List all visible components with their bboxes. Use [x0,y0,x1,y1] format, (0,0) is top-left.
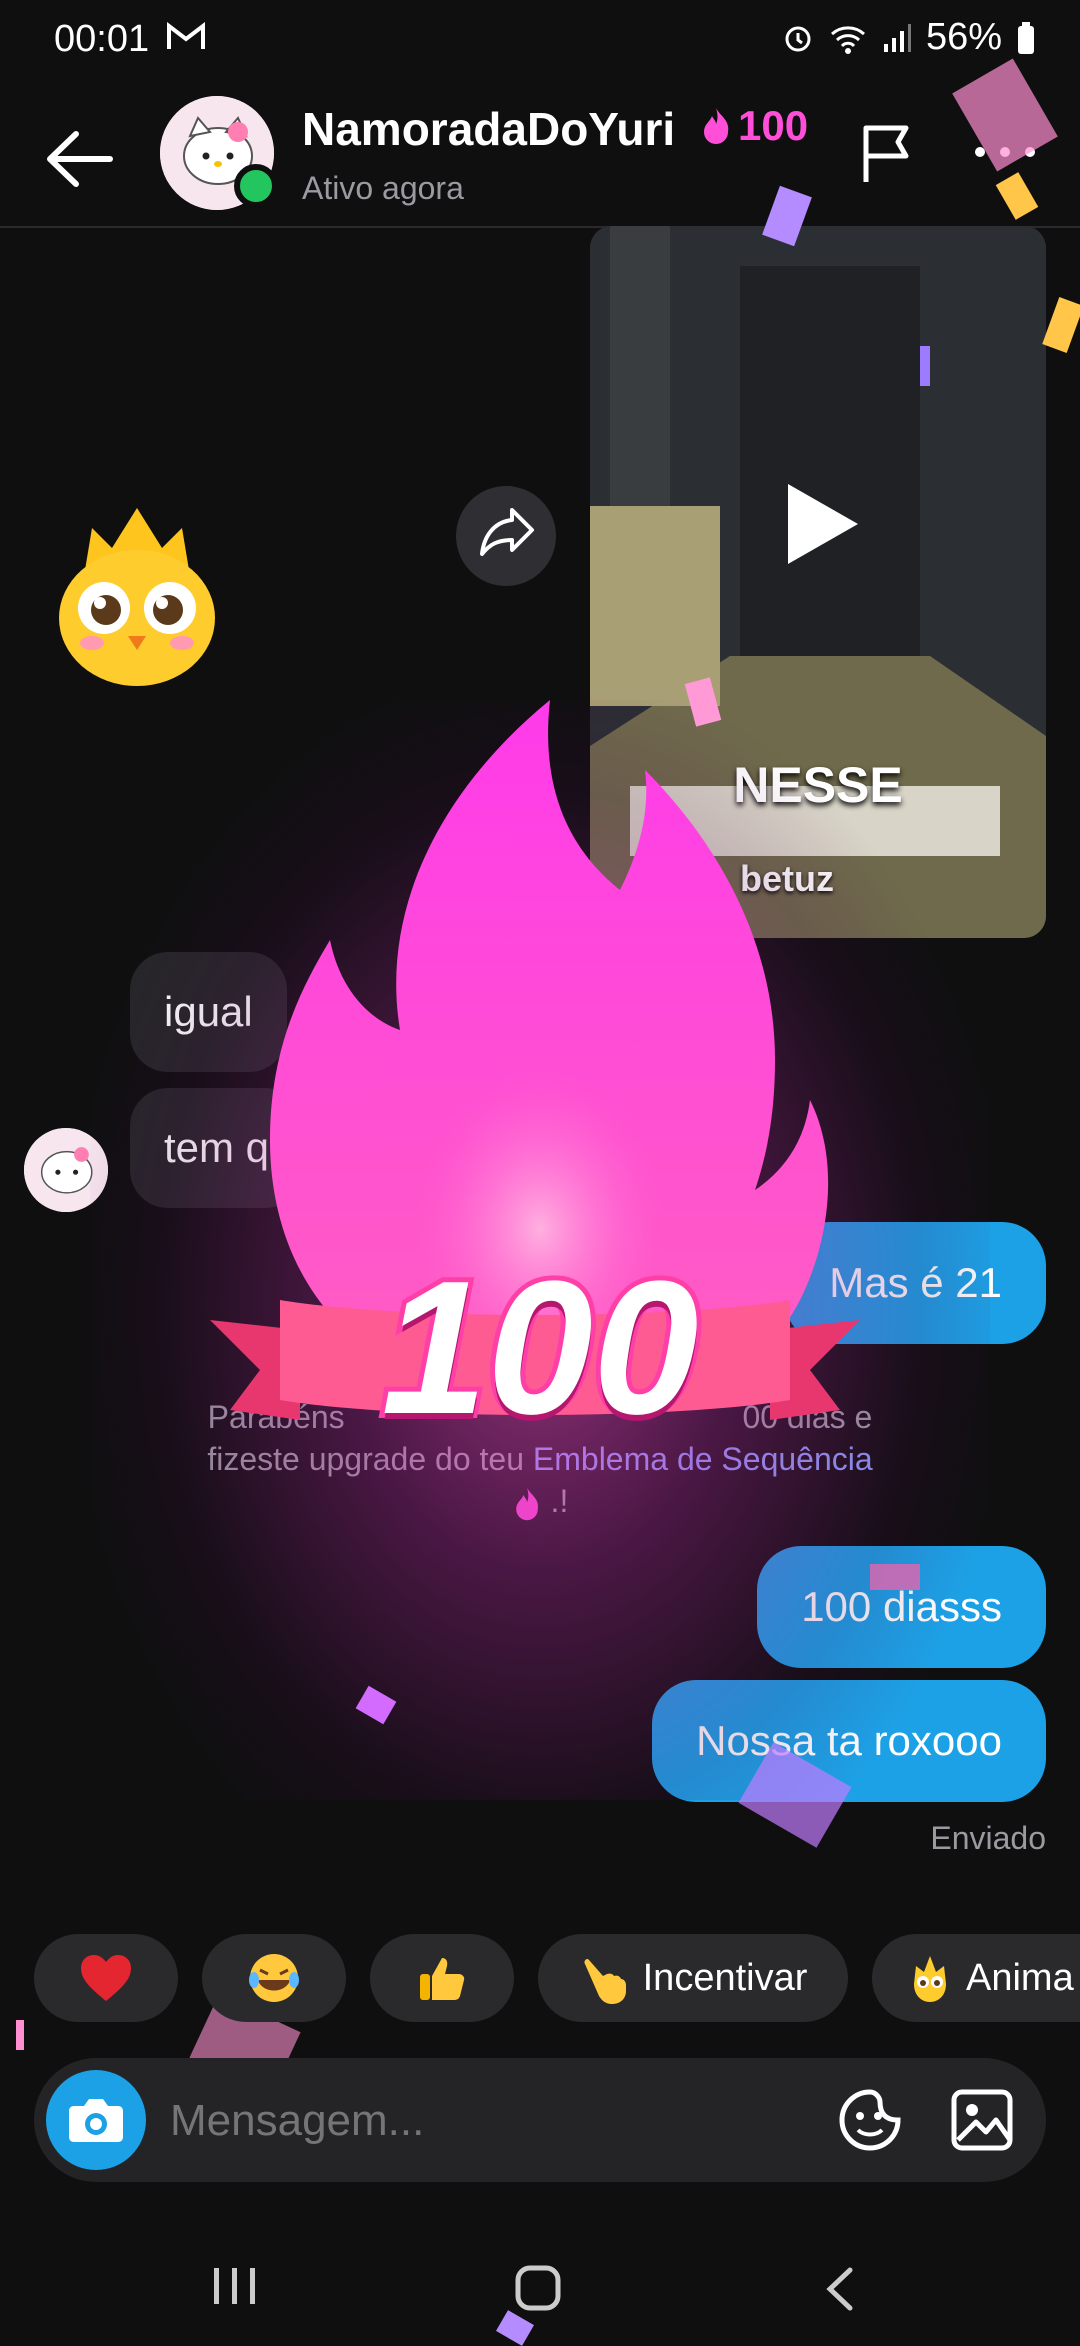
reaction-laugh[interactable] [202,1934,346,2022]
presence-status: Ativo agora [302,170,464,206]
gallery-icon[interactable] [950,2088,1014,2152]
recents-icon[interactable] [212,2266,258,2306]
status-right: 56% [782,16,1036,59]
reaction-incentivar[interactable]: Incentivar [538,1934,848,2022]
gmail-icon [167,22,205,49]
flag-icon[interactable] [856,122,920,186]
streak-notice: Parabéns 00 dias e fizeste upgrade do te… [130,1396,950,1522]
incoming-message[interactable]: igual [130,952,287,1072]
message-text: igual [164,988,253,1035]
camera-button[interactable] [46,2070,146,2170]
notice-end-punct: .! [550,1483,569,1519]
confetti-piece [355,1685,397,1725]
streak-count: 100 [738,102,809,149]
shared-video[interactable]: NESSE betuz [590,226,1046,938]
outgoing-message[interactable]: Mas é 21 [785,1222,1046,1344]
reaction-thumbs-up[interactable] [370,1934,514,2022]
signal-icon [883,23,911,52]
delivery-status: Enviado [930,1820,1046,1856]
message-text: tem q [164,1124,270,1171]
streak-badge: 100 [700,102,808,150]
chick-icon [914,1956,946,2002]
reaction-label: Anima [966,1956,1074,1999]
status-bar: 00:01 56% [0,0,1080,84]
flame-icon [704,108,729,144]
message-text: Mas é 21 [829,1259,1002,1306]
reaction-heart[interactable] [34,1934,178,2022]
thumbs-up-icon [420,1958,465,2000]
quick-reactions: Incentivar Anima [0,1934,1080,2022]
streak-badge-link[interactable]: Emblema de Sequência [533,1441,873,1477]
video-username: betuz [740,858,834,899]
confetti-piece [16,2020,24,2050]
contact-name[interactable]: NamoradaDoYuri [302,102,675,156]
tears-of-joy-icon [249,1954,299,2002]
sender-avatar[interactable] [24,1128,108,1212]
message-text: 100 diasss [801,1583,1002,1630]
pointing-hand-icon [584,1958,626,2004]
reaction-label: Incentivar [642,1956,808,1999]
notice-end: 00 dias e [742,1399,873,1435]
chat-header: NamoradaDoYuri 100 Ativo agora [0,84,1080,228]
outgoing-message[interactable]: 100 diasss [757,1546,1046,1668]
share-icon [480,508,534,556]
wifi-icon [830,25,865,54]
back-arrow-icon[interactable] [40,124,120,194]
message-composer [34,2058,1046,2184]
play-icon[interactable] [770,476,866,572]
reaction-anima[interactable]: Anima [872,1934,1080,2022]
heart-icon [81,1955,131,2001]
alarm-icon [785,26,811,51]
flame-icon [515,1487,538,1520]
hello-kitty-icon [24,1128,108,1212]
home-icon[interactable] [514,2264,562,2312]
outgoing-message[interactable]: Nossa ta roxooo [652,1680,1046,1802]
message-input[interactable] [168,2058,812,2184]
online-indicator [234,164,278,208]
camera-icon [69,2099,123,2142]
battery-icon [1018,21,1034,54]
battery-percent: 56% [925,16,1002,58]
share-button[interactable] [456,486,556,586]
more-options-icon[interactable] [970,142,1040,162]
message-text: Nossa ta roxooo [696,1717,1002,1764]
notice-start: Parabéns [207,1399,345,1435]
nav-back-icon[interactable] [824,2266,854,2312]
notice-line2: fizeste upgrade do teu [207,1441,524,1477]
status-time: 00:01 [54,18,150,60]
incoming-message[interactable]: tem q [130,1088,304,1208]
video-thumbnail [590,226,1046,938]
sticker-icon[interactable] [838,2088,902,2152]
confetti-piece [1042,297,1080,353]
system-nav-bar [0,2220,1080,2340]
chick-sticker[interactable] [52,498,222,688]
video-caption: NESSE [733,757,903,813]
